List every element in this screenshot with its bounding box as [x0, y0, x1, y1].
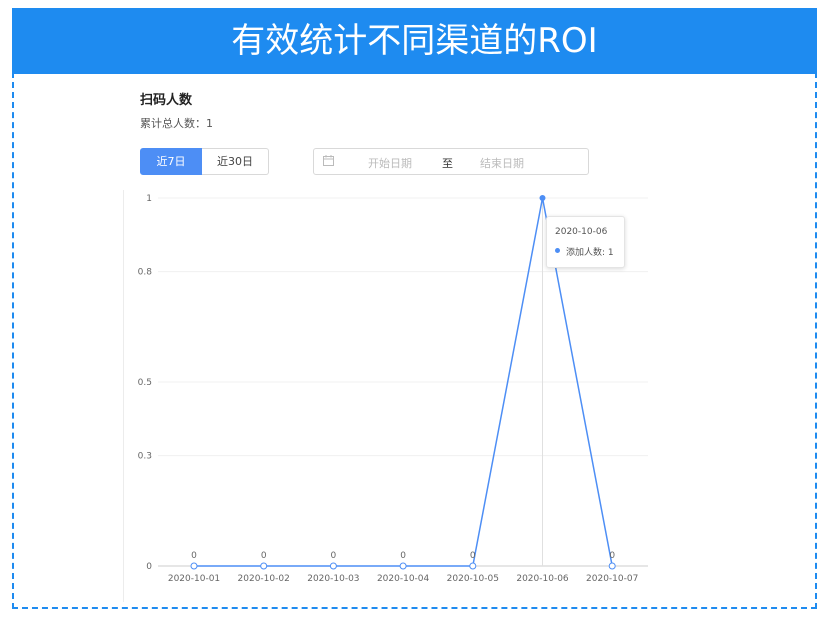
x-tick-label: 2020-10-01 — [168, 574, 220, 584]
y-tick-label: 0.3 — [138, 452, 152, 462]
data-label: 0 — [331, 551, 337, 561]
y-tick-label: 0 — [146, 562, 152, 572]
chart-tooltip: 2020-10-06 添加人数: 1 — [546, 216, 625, 268]
tooltip-date: 2020-10-06 — [555, 227, 608, 237]
series-dot-icon — [555, 248, 560, 253]
tooltip-value: 添加人数: 1 — [566, 248, 614, 258]
x-tick-label: 2020-10-07 — [586, 574, 638, 584]
x-tick-label: 2020-10-04 — [377, 574, 430, 584]
x-tick-label: 2020-10-03 — [307, 574, 359, 584]
data-point — [539, 195, 546, 201]
data-point — [329, 562, 337, 570]
data-label: 0 — [609, 551, 615, 561]
data-point — [608, 562, 616, 570]
x-tick-label: 2020-10-06 — [516, 574, 569, 584]
data-label: 0 — [191, 551, 197, 561]
tooltip-series-label: 添加人数 — [566, 248, 603, 258]
data-label: 0 — [400, 551, 406, 561]
data-point — [399, 562, 407, 570]
data-point — [469, 562, 477, 570]
data-point — [190, 562, 198, 570]
y-tick-label: 0.8 — [138, 268, 153, 278]
data-label: 0 — [470, 551, 476, 561]
x-tick-label: 2020-10-02 — [238, 574, 290, 584]
y-tick-label: 1 — [146, 194, 152, 204]
tooltip-series-value: 1 — [607, 248, 614, 258]
x-tick-label: 2020-10-05 — [447, 574, 499, 584]
line-chart: 0 0.3 0.5 0.8 1 2020-10-01 2020-10-02 2020-10-0… — [138, 194, 648, 584]
data-label: 0 — [261, 551, 267, 561]
data-point — [260, 562, 268, 570]
y-tick-label: 0.5 — [138, 378, 152, 388]
